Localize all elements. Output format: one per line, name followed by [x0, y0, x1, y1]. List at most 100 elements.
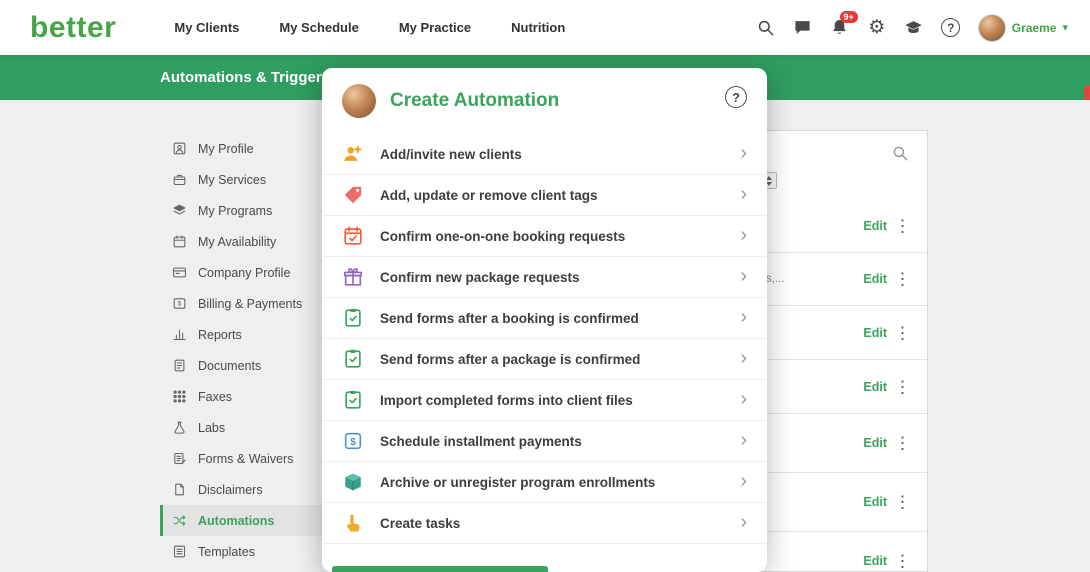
sidebar-label: Documents: [198, 359, 261, 373]
edit-link[interactable]: Edit: [863, 495, 887, 509]
sidebar-label: Labs: [198, 421, 225, 435]
kebab-menu-icon[interactable]: ⋮: [894, 271, 911, 288]
sidebar-item-my-programs[interactable]: My Programs: [160, 195, 332, 226]
settings-sidebar: My Profile My Services My Programs My Av…: [160, 133, 332, 567]
option-label: Schedule installment payments: [380, 434, 724, 449]
page-title: Automations & Triggers: [160, 69, 330, 86]
user-menu[interactable]: Graeme ▾: [978, 14, 1068, 42]
sidebar-item-my-profile[interactable]: My Profile: [160, 133, 332, 164]
kebab-menu-icon[interactable]: ⋮: [894, 494, 911, 511]
option-label: Add, update or remove client tags: [380, 188, 724, 203]
chevron-right-icon: ›: [740, 471, 747, 494]
automation-option-forms-package[interactable]: Send forms after a package is confirmed …: [322, 339, 767, 380]
sidebar-item-labs[interactable]: Labs: [160, 412, 332, 443]
edit-link[interactable]: Edit: [863, 380, 887, 394]
add-client-icon: [342, 143, 364, 165]
scroll-indicator: [1084, 86, 1090, 100]
automation-option-client-tags[interactable]: Add, update or remove client tags ›: [322, 175, 767, 216]
kebab-menu-icon[interactable]: ⋮: [894, 217, 911, 234]
form-check-icon: [342, 348, 364, 370]
svg-text:$: $: [350, 437, 356, 448]
sidebar-label: Reports: [198, 328, 242, 342]
automation-option-package-requests[interactable]: Confirm new package requests ›: [322, 257, 767, 298]
search-icon[interactable]: [756, 18, 776, 38]
calendar-check-icon: [342, 225, 364, 247]
better-logo[interactable]: better: [30, 11, 116, 45]
edit-link[interactable]: Edit: [863, 272, 887, 286]
automation-option-archive-enrollments[interactable]: Archive or unregister program enrollment…: [322, 462, 767, 503]
chevron-down-icon: ▾: [1062, 21, 1068, 34]
chevron-right-icon: ›: [740, 225, 747, 248]
option-label: Send forms after a booking is confirmed: [380, 311, 724, 326]
chevron-right-icon: ›: [740, 143, 747, 166]
help-icon[interactable]: ?: [941, 18, 961, 38]
table-search-icon[interactable]: [891, 144, 909, 162]
education-cap-icon[interactable]: [904, 18, 924, 38]
chevron-right-icon: ›: [740, 348, 747, 371]
sidebar-item-my-availability[interactable]: My Availability: [160, 226, 332, 257]
create-automation-modal: Create Automation ? Add/invite new clien…: [322, 68, 767, 572]
availability-icon: [172, 234, 187, 249]
kebab-menu-icon[interactable]: ⋮: [894, 435, 911, 452]
sidebar-item-automations[interactable]: Automations: [160, 505, 332, 536]
modal-avatar: [342, 84, 376, 118]
gift-icon: [342, 266, 364, 288]
automation-option-import-forms[interactable]: Import completed forms into client files…: [322, 380, 767, 421]
modal-title: Create Automation: [390, 90, 725, 112]
automation-option-booking-requests[interactable]: Confirm one-on-one booking requests ›: [322, 216, 767, 257]
nav-my-practice[interactable]: My Practice: [399, 20, 471, 35]
templates-icon: [172, 544, 187, 559]
chevron-right-icon: ›: [740, 430, 747, 453]
edit-link[interactable]: Edit: [863, 326, 887, 340]
settings-gear-icon[interactable]: ⚙: [867, 18, 887, 38]
forms-icon: [172, 451, 187, 466]
sidebar-item-billing-payments[interactable]: $ Billing & Payments: [160, 288, 332, 319]
reports-icon: [172, 327, 187, 342]
user-avatar: [978, 14, 1006, 42]
modal-help-icon[interactable]: ?: [725, 86, 747, 108]
top-navigation-bar: better My Clients My Schedule My Practic…: [0, 0, 1090, 55]
edit-link[interactable]: Edit: [863, 554, 887, 568]
sidebar-item-templates[interactable]: Templates: [160, 536, 332, 567]
nav-nutrition[interactable]: Nutrition: [511, 20, 565, 35]
modal-list-overflow: [322, 544, 767, 572]
sidebar-label: Company Profile: [198, 266, 290, 280]
notification-count-badge: 9+: [840, 11, 858, 24]
edit-link[interactable]: Edit: [863, 436, 887, 450]
option-label: Confirm one-on-one booking requests: [380, 229, 724, 244]
company-icon: [172, 265, 187, 280]
automation-option-create-tasks[interactable]: Create tasks ›: [322, 503, 767, 544]
sidebar-item-forms-waivers[interactable]: Forms & Waivers: [160, 443, 332, 474]
automation-option-add-clients[interactable]: Add/invite new clients ›: [322, 134, 767, 175]
sidebar-item-my-services[interactable]: My Services: [160, 164, 332, 195]
sidebar-item-reports[interactable]: Reports: [160, 319, 332, 350]
kebab-menu-icon[interactable]: ⋮: [894, 324, 911, 341]
sidebar-item-faxes[interactable]: Faxes: [160, 381, 332, 412]
profile-icon: [172, 141, 187, 156]
form-check-icon: [342, 389, 364, 411]
sidebar-item-disclaimers[interactable]: Disclaimers: [160, 474, 332, 505]
automation-option-forms-booking[interactable]: Send forms after a booking is confirmed …: [322, 298, 767, 339]
option-label: Add/invite new clients: [380, 147, 724, 162]
edit-link[interactable]: Edit: [863, 219, 887, 233]
nav-my-schedule[interactable]: My Schedule: [279, 20, 358, 35]
nav-my-clients[interactable]: My Clients: [174, 20, 239, 35]
kebab-menu-icon[interactable]: ⋮: [894, 552, 911, 569]
sidebar-label: Forms & Waivers: [198, 452, 293, 466]
automation-option-installment-payments[interactable]: $ Schedule installment payments ›: [322, 421, 767, 462]
option-label: Confirm new package requests: [380, 270, 724, 285]
kebab-menu-icon[interactable]: ⋮: [894, 378, 911, 395]
programs-icon: [172, 203, 187, 218]
sidebar-label: My Availability: [198, 235, 276, 249]
sidebar-item-company-profile[interactable]: Company Profile: [160, 257, 332, 288]
sidebar-label: Faxes: [198, 390, 232, 404]
notifications-bell-icon[interactable]: 9+: [830, 18, 850, 38]
sidebar-item-documents[interactable]: Documents: [160, 350, 332, 381]
modal-header: Create Automation ?: [322, 68, 767, 134]
sidebar-label: Billing & Payments: [198, 297, 302, 311]
sidebar-label: My Profile: [198, 142, 254, 156]
option-label: Send forms after a package is confirmed: [380, 352, 724, 367]
chat-icon[interactable]: [793, 18, 813, 38]
partial-next-option[interactable]: [332, 566, 548, 572]
sidebar-label: Templates: [198, 545, 255, 559]
